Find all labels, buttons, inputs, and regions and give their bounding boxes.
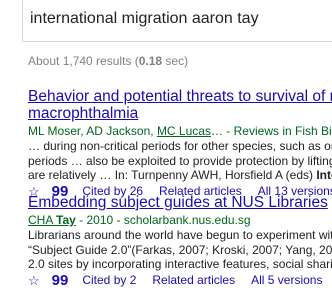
scholar-results-page: international migration aaron tay About … bbox=[0, 0, 332, 288]
all-versions-link[interactable]: All 5 versions bbox=[251, 273, 322, 288]
cite-quote-icon[interactable]: 99 bbox=[52, 273, 69, 288]
result-author-bold: Tay bbox=[56, 213, 76, 227]
result-authors: ML Moser, AD Jackson, bbox=[28, 124, 157, 138]
search-result: Behavior and potential threats to surviv… bbox=[28, 88, 332, 199]
save-star-icon[interactable]: ☆ bbox=[28, 273, 40, 288]
snippet-text: are relatively … In: Turnpenny AWH, Hors… bbox=[28, 168, 317, 182]
result-title-link[interactable]: Embedding subject guides at NUS Librarie… bbox=[28, 194, 332, 211]
result-title-text: Behavior and potential threats to surviv… bbox=[28, 88, 330, 105]
snippet-line: “Subject Guide 2.0”(Farkas, 2007; Kroski… bbox=[28, 242, 332, 257]
related-articles-link[interactable]: Related articles bbox=[152, 273, 235, 288]
result-snippet: Librarians around the world have begun t… bbox=[28, 228, 332, 272]
results-stats-suffix: sec) bbox=[162, 54, 189, 68]
result-meta: CHA Tay - 2010 - scholarbank.nus.edu.sg bbox=[28, 213, 332, 228]
result-author-text: CHA bbox=[28, 213, 57, 227]
search-bar[interactable]: international migration aaron tay bbox=[22, 0, 332, 42]
snippet-line: periods … also be exploited to provide p… bbox=[28, 153, 332, 168]
result-snippet: … during non-critical periods for other … bbox=[28, 139, 332, 183]
snippet-line: are relatively … In: Turnpenny AWH, Hors… bbox=[28, 168, 332, 183]
result-source: … - Reviews in Fish Biology …, 2015 - bbox=[210, 124, 332, 138]
result-title-link[interactable]: Behavior and potential threats to surviv… bbox=[28, 88, 332, 122]
search-input[interactable]: international migration aaron tay bbox=[30, 10, 259, 28]
snippet-line: Librarians around the world have begun t… bbox=[28, 228, 332, 242]
snippet-bold: International bbox=[316, 168, 332, 182]
result-source: - 2010 - scholarbank.nus.edu.sg bbox=[75, 213, 251, 227]
result-title-text: macrophthalmia bbox=[28, 105, 139, 122]
author-profile-link[interactable]: MC Lucas bbox=[157, 124, 211, 138]
snippet-line: … during non-critical periods for other … bbox=[28, 139, 332, 153]
snippet-line: 2.0 sites by incorporating interactive f… bbox=[28, 257, 332, 271]
results-stats-time: 0.18 bbox=[138, 54, 163, 68]
results-stats-prefix: About 1,740 results ( bbox=[28, 54, 139, 68]
search-result: Embedding subject guides at NUS Librarie… bbox=[28, 194, 332, 288]
results-stats: About 1,740 results (0.18 sec) bbox=[28, 54, 188, 68]
author-profile-link[interactable]: CHA Tay bbox=[28, 213, 76, 227]
result-actions: ☆ 99 Cited by 2 Related articles All 5 v… bbox=[28, 273, 332, 288]
result-meta: ML Moser, AD Jackson, MC Lucas… - Review… bbox=[28, 124, 332, 139]
cited-by-link[interactable]: Cited by 2 bbox=[82, 273, 136, 288]
